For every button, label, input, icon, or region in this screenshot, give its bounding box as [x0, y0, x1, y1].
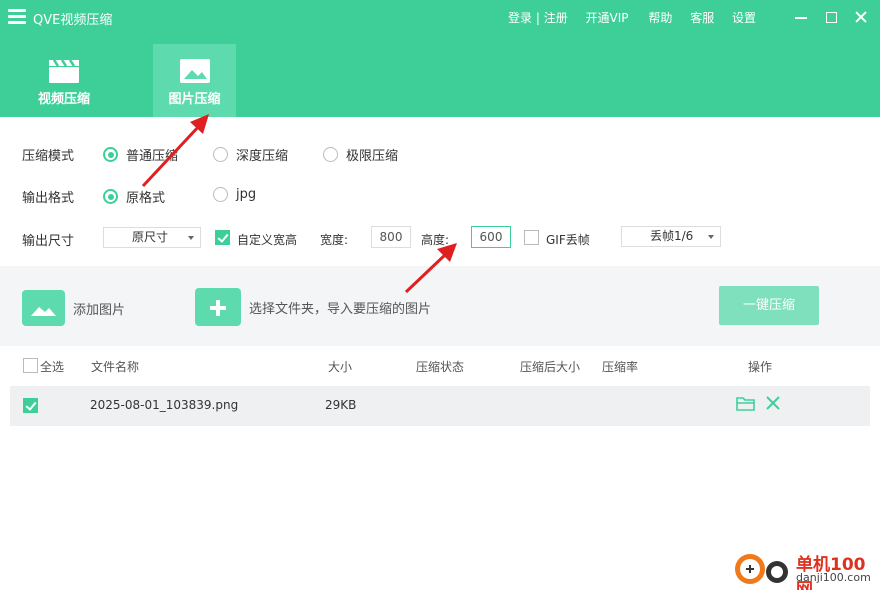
- annotation-arrows: [141, 114, 457, 294]
- arrow-to-image-tab: [141, 114, 209, 188]
- watermark-url: danji100.com: [796, 571, 871, 584]
- watermark-name: 单机100网: [796, 555, 866, 590]
- watermark-logo-icon: [735, 554, 788, 584]
- arrow-to-height-input: [404, 243, 457, 294]
- watermark: 单机100网 danji100.com: [733, 548, 878, 590]
